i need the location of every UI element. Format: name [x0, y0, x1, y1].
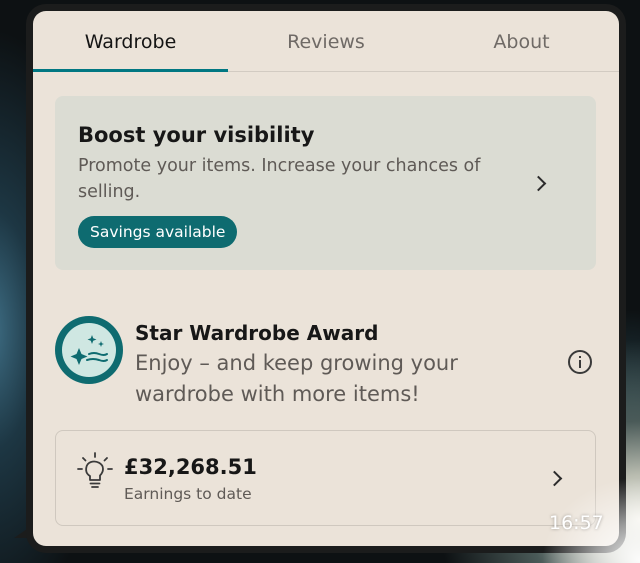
info-icon[interactable]: [568, 350, 592, 374]
earnings-label: Earnings to date: [124, 485, 252, 503]
profile-screenshot: Wardrobe Reviews About Boost your visibi…: [33, 11, 619, 546]
savings-badge: Savings available: [78, 216, 238, 248]
lightbulb-icon: [76, 451, 114, 491]
earnings-card[interactable]: £32,268.51 Earnings to date: [55, 430, 596, 526]
award-description: Enjoy – and keep growing your wardrobe w…: [135, 351, 458, 406]
boost-title: Boost your visibility: [78, 123, 315, 147]
boost-visibility-card[interactable]: Boost your visibility Promote your items…: [55, 96, 596, 270]
award-badge-icon: [55, 316, 123, 384]
earnings-amount: £32,268.51: [124, 455, 257, 479]
sparkle-stars-icon: [62, 323, 116, 377]
chevron-right-icon: [546, 470, 563, 487]
award-title: Star Wardrobe Award: [135, 321, 379, 345]
tab-about[interactable]: About: [424, 11, 619, 71]
active-tab-indicator: [33, 69, 228, 72]
message-timestamp: 16:57: [549, 512, 604, 534]
tab-bar: Wardrobe Reviews About: [33, 11, 619, 72]
boost-description: Promote your items. Increase your chance…: [78, 156, 481, 202]
tab-wardrobe[interactable]: Wardrobe: [33, 11, 228, 71]
tab-reviews[interactable]: Reviews: [228, 11, 424, 71]
chevron-right-icon: [530, 175, 547, 192]
